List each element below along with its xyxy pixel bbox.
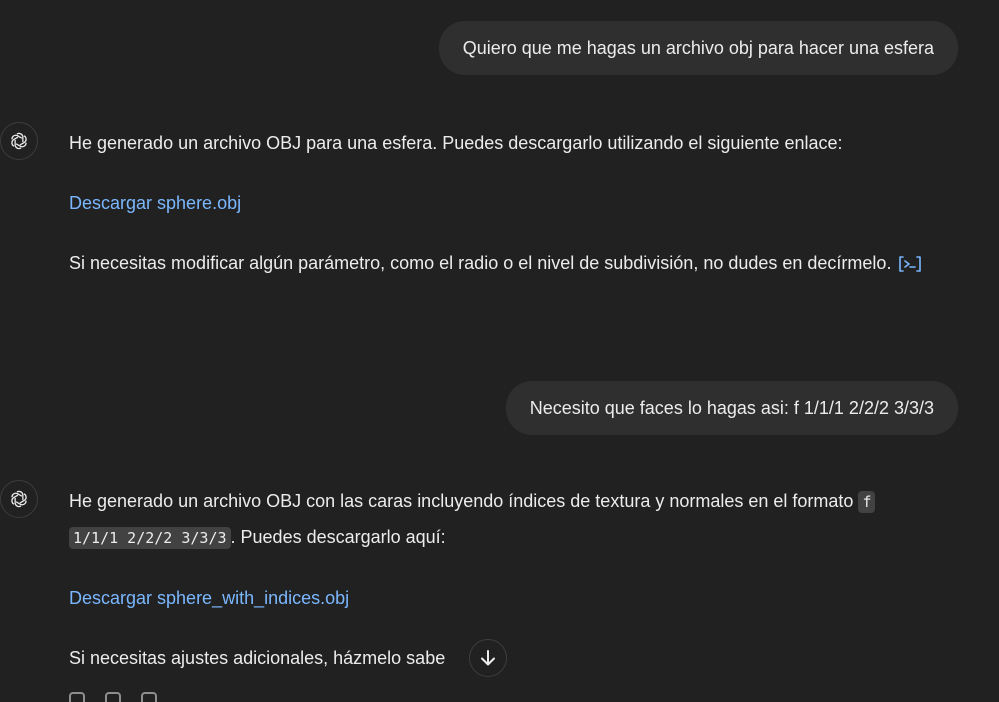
- assistant-message-outro: Si necesitas modificar algún parámetro, …: [69, 246, 959, 281]
- download-sphere-link[interactable]: Descargar sphere.obj: [69, 193, 241, 213]
- user-message-bubble: Necesito que faces lo hagas asi: f 1/1/1…: [505, 381, 958, 435]
- copy-icon[interactable]: [105, 692, 121, 702]
- assistant-avatar: [0, 480, 38, 518]
- user-message-text: Quiero que me hagas un archivo obj para …: [462, 38, 934, 58]
- intro-text: He generado un archivo OBJ con las caras…: [69, 491, 854, 511]
- assistant-message-intro: He generado un archivo OBJ con las caras…: [69, 484, 959, 556]
- download-sphere-with-indices-link[interactable]: Descargar sphere_with_indices.obj: [69, 588, 349, 608]
- openai-logo-icon: [11, 490, 27, 508]
- assistant-avatar: [0, 122, 38, 160]
- user-message-text: Necesito que faces lo hagas asi: f 1/1/1…: [529, 398, 934, 418]
- user-message-bubble: Quiero que me hagas un archivo obj para …: [438, 21, 958, 75]
- message-action-toolbar: [69, 692, 157, 702]
- openai-logo-icon: [11, 132, 27, 150]
- assistant-message-outro: Si necesitas ajustes adicionales, házmel…: [69, 641, 959, 676]
- arrow-down-icon: [481, 650, 495, 666]
- chat-page: Quiero que me hagas un archivo obj para …: [0, 0, 999, 702]
- assistant-message-outro-text: Si necesitas modificar algún parámetro, …: [69, 253, 892, 273]
- assistant-message-intro: He generado un archivo OBJ para una esfe…: [69, 133, 843, 153]
- inline-code: f: [858, 491, 876, 513]
- regenerate-icon[interactable]: [141, 692, 157, 702]
- assistant-message: He generado un archivo OBJ para una esfe…: [69, 126, 959, 281]
- read-aloud-icon[interactable]: [69, 692, 85, 702]
- assistant-message-outro-text: Si necesitas ajustes adicionales, házmel…: [69, 648, 446, 668]
- code-interpreter-citation-icon[interactable]: [897, 254, 923, 274]
- inline-code: 1/1/1 2/2/2 3/3/3: [69, 527, 231, 549]
- intro-text-end: . Puedes descargarlo aquí:: [230, 527, 446, 547]
- assistant-message: He generado un archivo OBJ con las caras…: [69, 484, 959, 676]
- scroll-to-bottom-button[interactable]: [469, 639, 507, 677]
